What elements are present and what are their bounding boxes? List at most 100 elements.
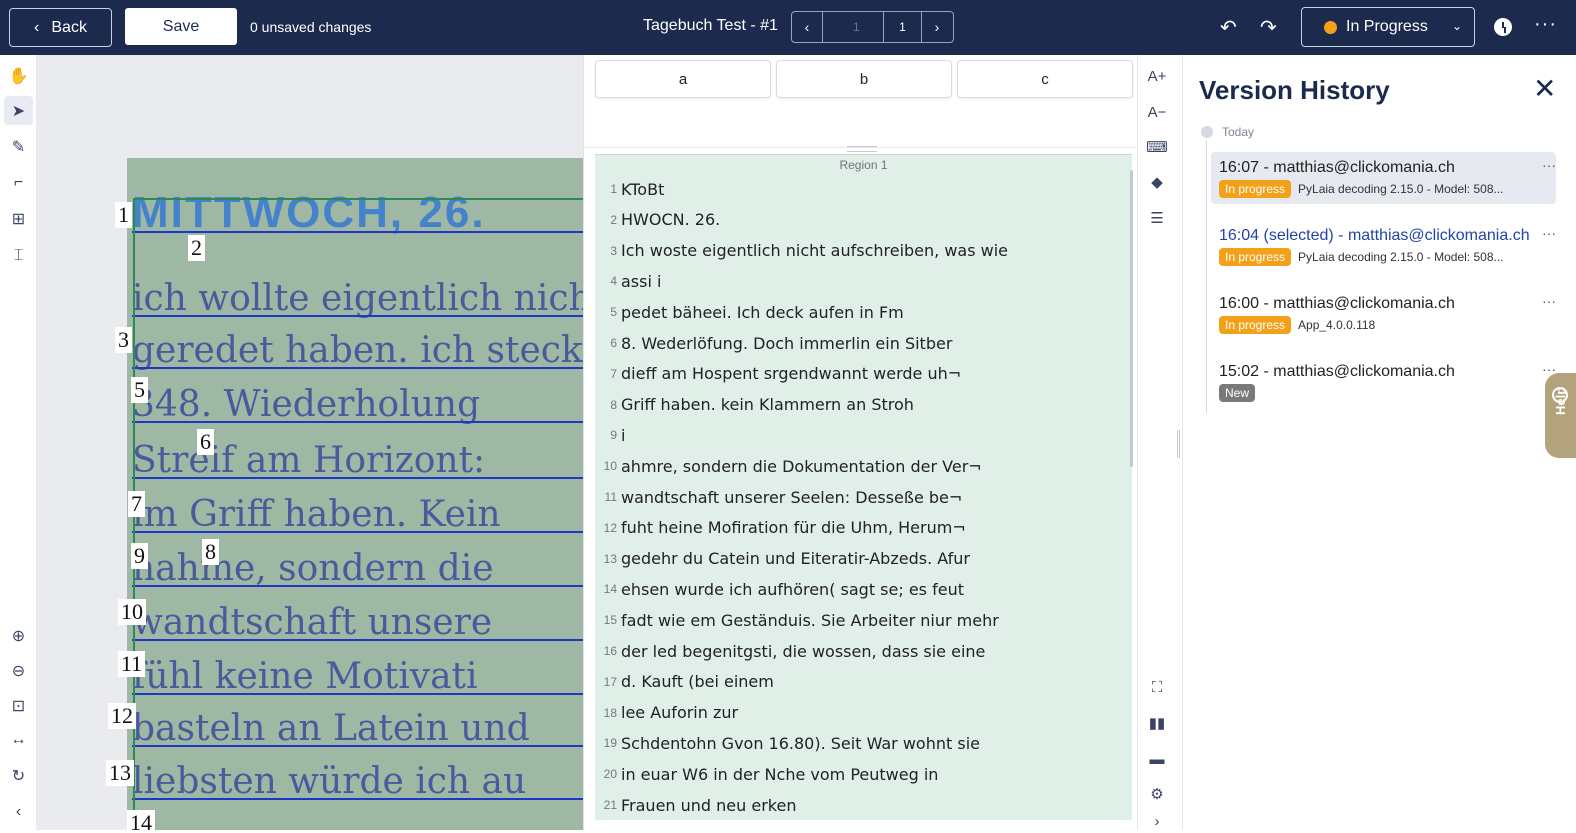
line-text[interactable]: assi i: [621, 272, 661, 291]
group-label: Today: [1222, 125, 1255, 139]
transcription-line[interactable]: 10 ahmre, sondern die Dokumentation der V…: [595, 451, 982, 481]
fit-width-icon[interactable]: ↔: [4, 725, 33, 754]
line-text[interactable]: HWOCN. 26.: [621, 210, 720, 229]
line-text[interactable]: d. Kauft (bei einem: [621, 672, 774, 691]
line-text[interactable]: pedet bäheei. Ich deck aufen in Fm: [621, 303, 904, 322]
transcription-line[interactable]: 7 dieff am Hospent srgendwannt werde uh¬: [595, 359, 961, 389]
line-number: 6: [610, 336, 617, 350]
region-text-box[interactable]: Region 1 1 KToBt 2 HWOCN. 26. 3 Ich woste eig…: [595, 154, 1132, 820]
version-item[interactable]: 16:00 - matthias@clickomania.ch In progr…: [1211, 288, 1556, 340]
image-canvas[interactable]: MITTWOCH, 26. ich wollte eigentlich nich…: [37, 55, 583, 830]
transcription-line[interactable]: 3 Ich woste eigentlich nicht aufschreiben…: [595, 236, 1008, 266]
top-bar: ‹ Back Save 0 unsaved changes Tagebuch T…: [0, 0, 1576, 55]
collapse-left-icon[interactable]: ‹: [4, 797, 33, 826]
virtual-key-b[interactable]: b: [776, 60, 952, 98]
transcription-line[interactable]: 9i: [595, 420, 625, 450]
transcription-line[interactable]: 21 Frauen und neu erken: [595, 790, 797, 820]
transcription-line[interactable]: 6 8. Wederlöfung. Doch immerlin ein Sitbe…: [595, 328, 952, 358]
transcription-line[interactable]: 13 gedehr du Catein und Eiteratir-Abzeds.…: [595, 544, 970, 574]
rotate-icon[interactable]: ↻: [4, 761, 33, 790]
zoom-out-icon[interactable]: ⊖: [4, 656, 33, 685]
transcription-line[interactable]: 5 pedet bäheei. Ich deck aufen in Fm: [595, 297, 904, 327]
line-number: 7: [610, 366, 617, 381]
pen-draw-icon[interactable]: ✎: [4, 132, 33, 161]
hand-pan-icon[interactable]: ✋: [4, 61, 33, 90]
version-model: PyLaia decoding 2.15.0 - Model: 508...: [1298, 182, 1504, 196]
save-button[interactable]: Save: [125, 8, 237, 45]
scrollbar[interactable]: [1130, 170, 1133, 467]
layout-grid-icon[interactable]: ⊞: [4, 204, 33, 233]
select-pointer-icon[interactable]: ➤: [4, 96, 33, 125]
line-text[interactable]: fuht heine Mofiration für die Uhm, Herum…: [621, 518, 966, 537]
transcription-line[interactable]: 2 HWOCN. 26.: [595, 205, 720, 235]
tag-icon[interactable]: ◆: [1145, 170, 1169, 194]
line-number: 15: [603, 613, 617, 628]
line-text[interactable]: Ich woste eigentlich nicht aufschreiben,…: [621, 241, 1008, 260]
line-text[interactable]: lee Auforin zur: [621, 703, 738, 722]
version-history-clock-icon[interactable]: [1494, 18, 1512, 36]
help-tab[interactable]: Help: [1545, 373, 1576, 458]
line-text[interactable]: KToBt: [621, 180, 664, 199]
more-options-icon[interactable]: ···: [1542, 293, 1556, 309]
more-options-icon[interactable]: ···: [1534, 13, 1557, 36]
line-text[interactable]: fadt wie em Geständuis. Sie Arbeiter niu…: [621, 611, 999, 630]
transcription-line[interactable]: 8 Griff haben. kein Klammern an Stroh: [595, 390, 914, 420]
resize-grip-icon[interactable]: [847, 146, 877, 152]
back-button[interactable]: ‹ Back: [9, 8, 112, 47]
status-dropdown[interactable]: In Progress ⌄: [1301, 7, 1475, 47]
panel-resize-handle[interactable]: [1177, 430, 1180, 458]
line-text[interactable]: ehsen wurde ich aufhören( sagt se; es fe…: [621, 580, 964, 599]
split-horizontal-icon[interactable]: ▬: [1145, 747, 1169, 771]
version-item[interactable]: 16:07 - matthias@clickomania.ch In progr…: [1211, 152, 1556, 204]
line-text[interactable]: ahmre, sondern die Dokumentation der Ver…: [621, 457, 982, 476]
prev-page-button[interactable]: ‹: [792, 12, 822, 42]
split-vertical-icon[interactable]: ▮▮: [1145, 711, 1169, 735]
collapse-right-icon[interactable]: ›: [1145, 809, 1169, 833]
page-input[interactable]: 1: [822, 12, 884, 42]
font-increase-icon[interactable]: A+: [1145, 64, 1169, 88]
layout-rows-icon[interactable]: ☰: [1145, 206, 1169, 230]
more-options-icon[interactable]: ···: [1542, 157, 1556, 173]
region-detect-icon[interactable]: ⌶: [4, 241, 33, 270]
virtual-key-a[interactable]: a: [595, 60, 771, 98]
transcription-line[interactable]: 4 assi i: [595, 266, 661, 296]
version-item-selected[interactable]: 16:04 (selected) - matthias@clickomania.…: [1211, 220, 1556, 272]
version-item[interactable]: 15:02 - matthias@clickomania.ch New ···: [1211, 356, 1556, 408]
font-decrease-icon[interactable]: A−: [1145, 100, 1169, 124]
transcription-line[interactable]: 12 fuht heine Mofiration für die Uhm, Her…: [595, 513, 966, 543]
timeline-line: [1206, 141, 1207, 413]
transcription-line[interactable]: 15 fadt wie em Geständuis. Sie Arbeiter n…: [595, 605, 999, 635]
transcription-line[interactable]: 16 der led begenitgsti, die wossen, dass …: [595, 636, 986, 666]
line-text[interactable]: in euar W6 in der Nche vom Peutweg in: [621, 765, 938, 784]
crop-icon[interactable]: ⌐: [4, 168, 33, 197]
transcription-line[interactable]: 11 wandtschaft unserer Seelen: Desseße be…: [595, 482, 963, 512]
transcription-line[interactable]: 14 ehsen wurde ich aufhören( sagt se; es …: [595, 574, 964, 604]
line-text[interactable]: 8. Wederlöfung. Doch immerlin ein Sitber: [621, 334, 952, 353]
virtual-key-c[interactable]: c: [957, 60, 1133, 98]
line-text[interactable]: dieff am Hospent srgendwannt werde uh¬: [621, 364, 961, 383]
line-text[interactable]: Griff haben. kein Klammern an Stroh: [621, 395, 914, 414]
next-page-button[interactable]: ›: [922, 12, 952, 42]
line-text[interactable]: Frauen und neu erken: [621, 796, 796, 815]
close-icon[interactable]: ✕: [1533, 75, 1556, 103]
transcription-line[interactable]: 1 KToBt: [595, 174, 664, 204]
version-history-title: Version History: [1199, 75, 1390, 105]
transcription-line[interactable]: 20 in euar W6 in der Nche vom Peutweg in: [595, 759, 939, 789]
settings-gear-icon[interactable]: ⚙: [1145, 782, 1169, 806]
help-label: Help: [1553, 386, 1568, 415]
line-text[interactable]: wandtschaft unserer Seelen: Desseße be¬: [621, 488, 962, 507]
line-text[interactable]: gedehr du Catein und Eiteratir-Abzeds. A…: [621, 549, 970, 568]
transcription-line[interactable]: 19 Schdentohn Gvon 16.80). Seit War wohnt…: [595, 728, 980, 758]
transcription-line[interactable]: 17 d. Kauft (bei einem: [595, 667, 774, 697]
transcription-line[interactable]: 18 lee Auforin zur: [595, 698, 738, 728]
fullscreen-icon[interactable]: ⛶: [1145, 675, 1169, 699]
more-options-icon[interactable]: ···: [1542, 225, 1556, 241]
fit-screen-icon[interactable]: ⊡: [4, 691, 33, 720]
zoom-in-icon[interactable]: ⊕: [4, 621, 33, 650]
line-text[interactable]: Schdentohn Gvon 16.80). Seit War wohnt s…: [621, 734, 980, 753]
line-text[interactable]: der led begenitgsti, die wossen, dass si…: [621, 642, 985, 661]
undo-icon[interactable]: ↶: [1220, 15, 1237, 40]
redo-icon[interactable]: ↷: [1260, 15, 1277, 40]
line-text[interactable]: i: [621, 426, 625, 445]
keyboard-icon[interactable]: ⌨: [1145, 135, 1169, 159]
